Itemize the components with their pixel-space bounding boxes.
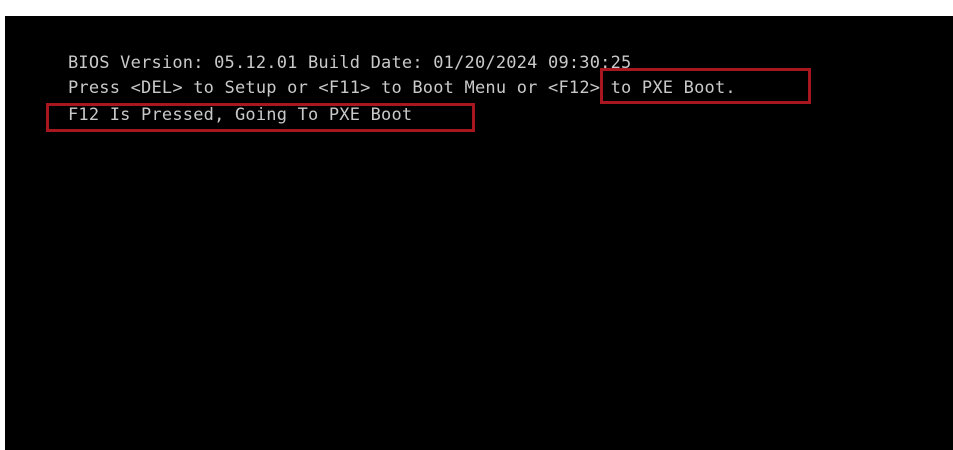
boot-options-prefix: Press <DEL> to Setup or <F11> to Boot Me… [68, 78, 549, 98]
bios-version-line: BIOS Version: 05.12.01 Build Date: 01/20… [68, 53, 632, 73]
bios-post-screen: BIOS Version: 05.12.01 Build Date: 01/20… [5, 16, 953, 450]
pxe-hint-highlight-box [600, 68, 811, 104]
pxe-status-highlight-box [46, 103, 475, 132]
